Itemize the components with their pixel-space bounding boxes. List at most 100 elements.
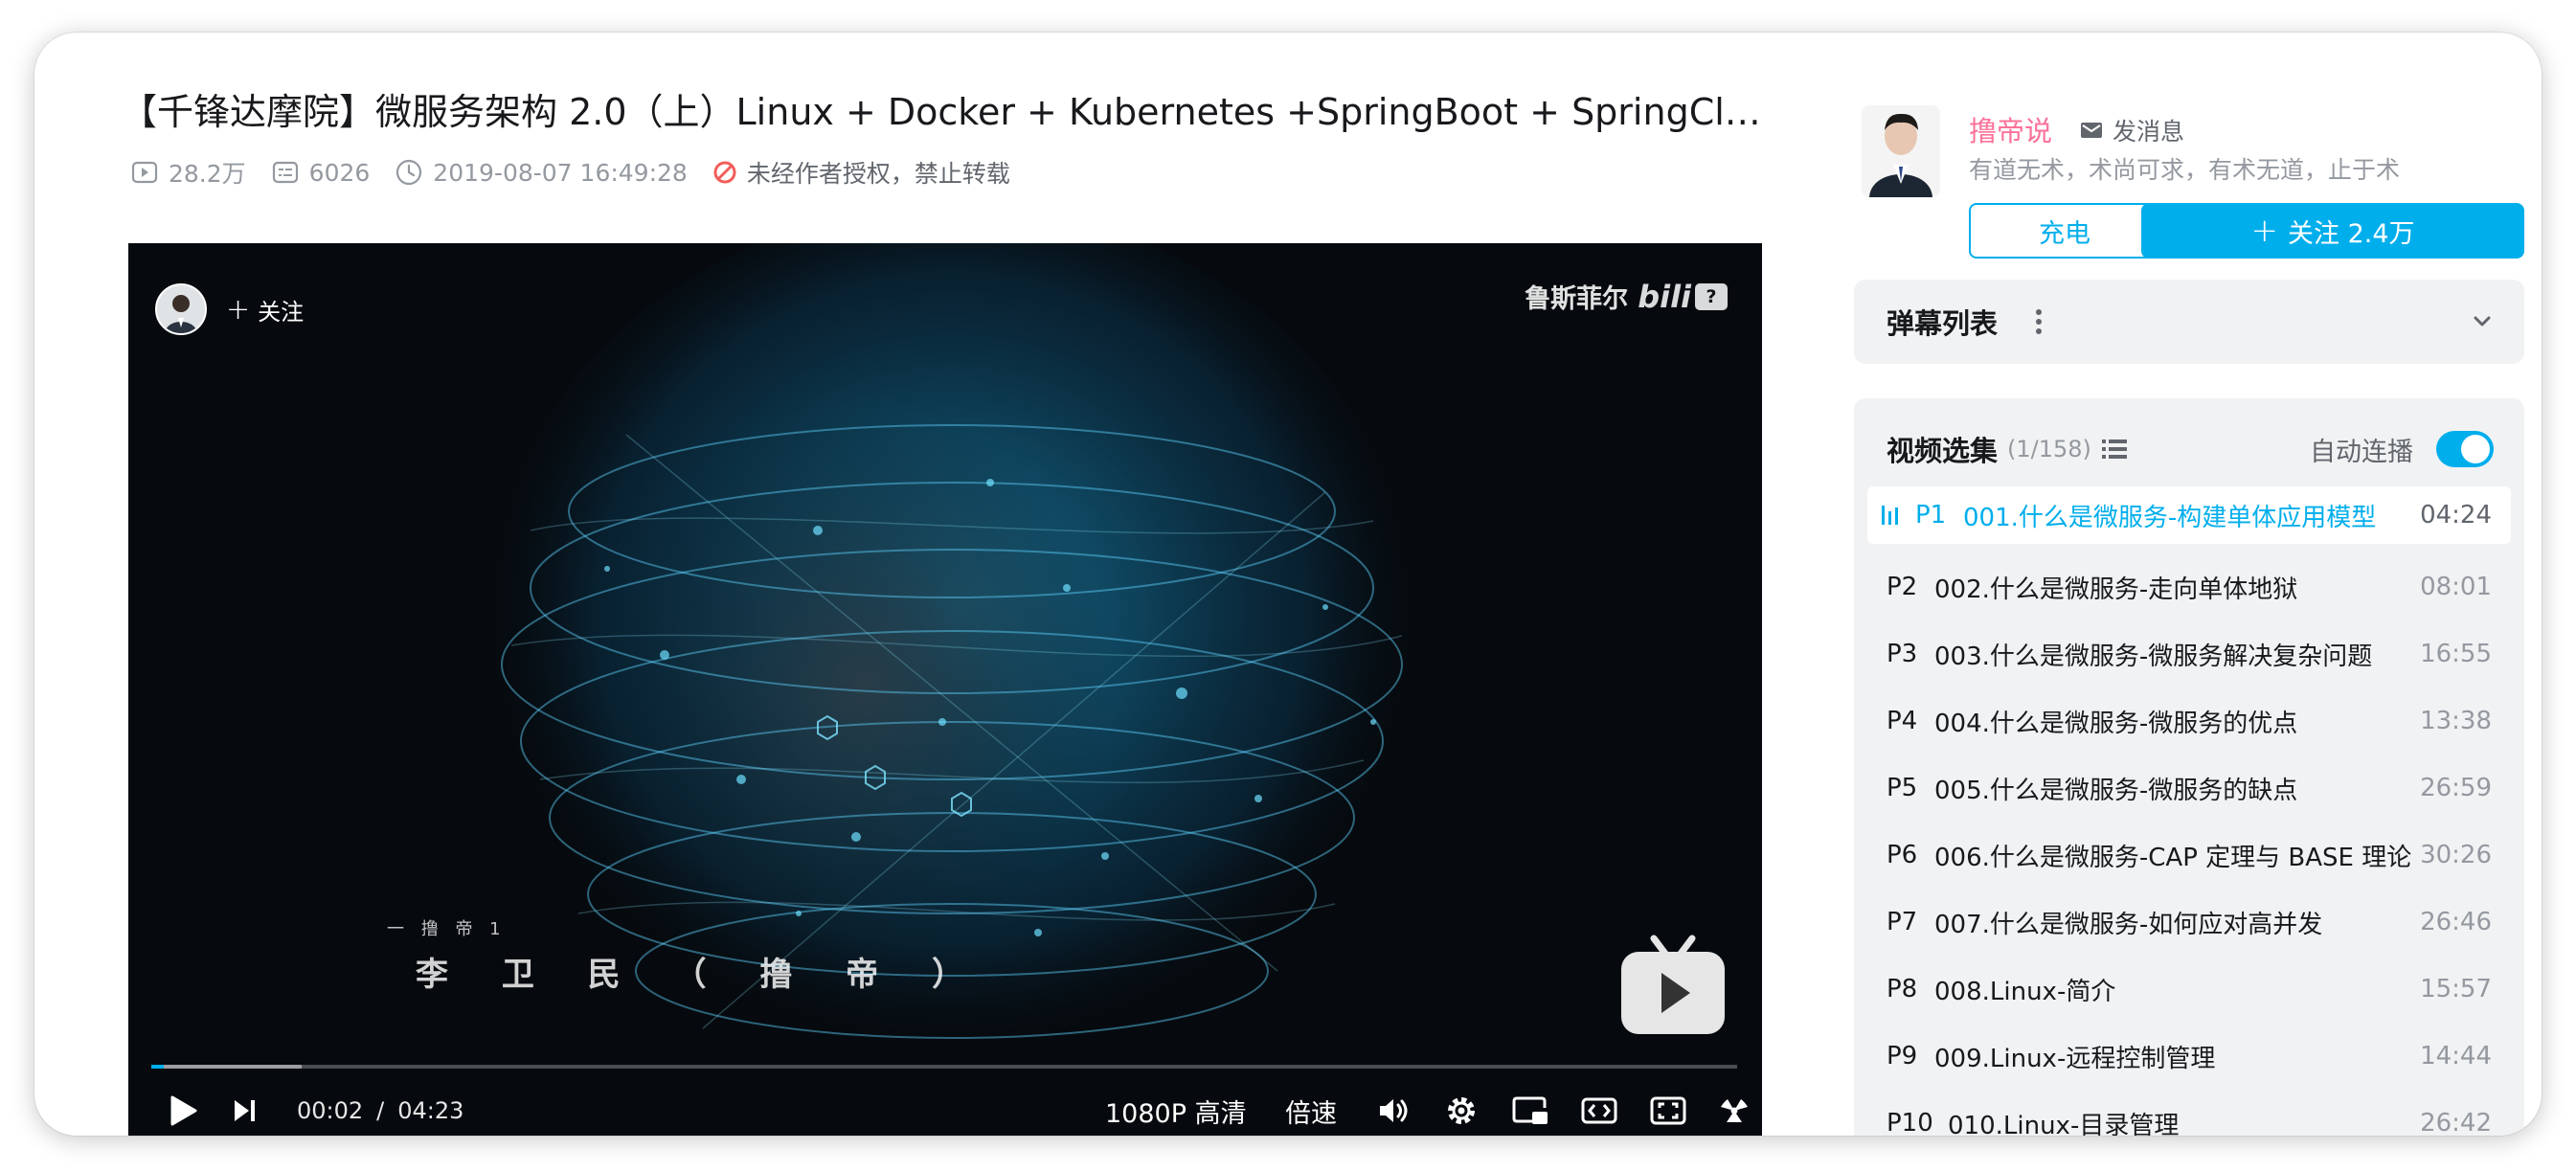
danmaku-badge-icon: ? [1695, 282, 1728, 310]
copyright-text: 未经作者授权，禁止转载 [746, 160, 1010, 188]
video-player[interactable]: + 关注 鲁斯菲尔 bili ? 一 撸 帝 1 李 卫 民 （ 撸 帝 ） 0… [128, 243, 1762, 1136]
episode-item[interactable]: P6 006.什么是微服务-CAP 定理与 BASE 理论 30:26 [1867, 822, 2511, 889]
now-playing-icon [1882, 506, 1898, 525]
episode-duration: 15:57 [2420, 975, 2492, 1003]
player-follow-button[interactable]: + 关注 [155, 283, 304, 335]
chevron-down-icon[interactable] [2469, 308, 2496, 335]
episode-item[interactable]: P5 005.什么是微服务-微服务的缺点 26:59 [1867, 755, 2511, 822]
plus-icon: + [2250, 212, 2278, 250]
clock-icon [396, 159, 422, 186]
play-count-icon [131, 161, 158, 184]
big-play-icon[interactable] [1617, 935, 1729, 1038]
episode-item[interactable]: P2 002.什么是微服务-走向单体地狱 08:01 [1867, 553, 2511, 620]
speed-selector[interactable]: 倍速 [1285, 1086, 1337, 1136]
episode-name: 001.什么是微服务-构建单体应用模型 [1963, 503, 2377, 532]
picture-in-picture-icon [1512, 1096, 1548, 1124]
episode-name: 010.Linux-目录管理 [1948, 1111, 2180, 1137]
episode-item[interactable]: P4 004.什么是微服务-微服务的优点 13:38 [1867, 687, 2511, 755]
web-fullscreen-icon [1650, 1096, 1686, 1125]
gear-icon [1448, 1097, 1475, 1124]
danmaku-stat: 6026 [271, 158, 371, 187]
plus-icon: + [226, 292, 251, 327]
views-count: 28.2万 [169, 160, 246, 188]
widescreen-button[interactable] [1580, 1086, 1618, 1136]
episode-duration: 13:38 [2420, 707, 2492, 735]
send-message-link[interactable]: 发消息 [2080, 113, 2184, 147]
video-title: 【千锋达摩院】微服务架构 2.0（上）Linux + Docker + Kube… [121, 91, 1761, 133]
follow-button[interactable]: + 关注 2.4万 [2141, 203, 2524, 259]
episode-item[interactable]: P7 007.什么是微服务-如何应对高并发 26:46 [1867, 889, 2511, 956]
episode-list-panel: 视频选集 (1/158) 自动连播 P1 001.什么是微服务-构建单体应用模型 0… [1854, 398, 2524, 1136]
episode-name: 005.什么是微服务-微服务的缺点 [1934, 776, 2298, 805]
episode-item[interactable]: P8 008.Linux-简介 15:57 [1867, 956, 2511, 1023]
subtitle-line-small: 一 撸 帝 1 [387, 919, 507, 939]
episode-name: 006.什么是微服务-CAP 定理与 BASE 理论 [1934, 843, 2412, 872]
total-duration: 04:23 [397, 1097, 464, 1124]
episode-number: P7 [1887, 908, 1918, 936]
fullscreen-button[interactable] [1716, 1086, 1752, 1136]
next-button[interactable] [230, 1086, 259, 1136]
episode-duration: 04:24 [2420, 501, 2492, 530]
subtitle-line: 李 卫 民 （ 撸 帝 ） [416, 956, 986, 994]
danmaku-list-panel[interactable]: 弹幕列表 [1854, 280, 2524, 364]
charge-button[interactable]: 充电 [1969, 203, 2160, 259]
uploader-name[interactable]: 撸帝说 [1969, 109, 2052, 149]
uploader-avatar[interactable] [1862, 105, 1940, 197]
more-options-icon[interactable] [2032, 306, 2045, 337]
episode-number: P6 [1887, 841, 1918, 869]
progress-fill [151, 1065, 165, 1069]
forbidden-icon [713, 161, 736, 184]
mail-icon [2081, 123, 2102, 138]
episode-name: 007.什么是微服务-如何应对高并发 [1934, 910, 2323, 939]
episode-item[interactable]: P9 009.Linux-远程控制管理 14:44 [1867, 1023, 2511, 1090]
time-separator: / [376, 1097, 385, 1124]
web-fullscreen-button[interactable] [1649, 1086, 1687, 1136]
volume-icon [1380, 1099, 1408, 1122]
episode-number: P8 [1887, 975, 1918, 1003]
next-icon [235, 1100, 255, 1121]
widescreen-icon [1581, 1097, 1617, 1124]
watermark-text: 鲁斯菲尔 [1525, 284, 1629, 314]
episode-number: P1 [1915, 501, 1947, 530]
list-view-icon[interactable] [2101, 437, 2128, 462]
pip-button[interactable] [1511, 1086, 1549, 1136]
episode-count: (1/158) [2007, 436, 2091, 462]
danmaku-count-icon [272, 161, 298, 184]
current-time: 00:02 [297, 1097, 364, 1124]
episode-duration: 30:26 [2420, 841, 2492, 869]
fullscreen-icon [1721, 1099, 1748, 1122]
views-stat: 28.2万 [130, 155, 246, 190]
copyright-notice: 未经作者授权，禁止转载 [712, 155, 1010, 190]
episode-duration: 08:01 [2420, 573, 2492, 601]
episode-number: P4 [1887, 707, 1918, 735]
progress-bar[interactable] [151, 1065, 1737, 1069]
buffer-fill [151, 1065, 303, 1069]
autoplay-toggle[interactable] [2436, 431, 2494, 467]
video-frame-image [128, 243, 1762, 1136]
danmaku-list-title: 弹幕列表 [1887, 307, 1999, 340]
episode-name: 003.什么是微服务-微服务解决复杂问题 [1934, 642, 2373, 671]
episode-list-header: 视频选集 (1/158) 自动连播 [1887, 423, 2499, 475]
episode-item[interactable]: P1 001.什么是微服务-构建单体应用模型 04:24 [1867, 486, 2511, 544]
player-uploader-avatar [155, 283, 207, 335]
follow-button-label: 关注 2.4万 [2287, 218, 2415, 249]
episode-number: P10 [1887, 1109, 1933, 1136]
settings-button[interactable] [1444, 1086, 1479, 1136]
episode-name: 009.Linux-远程控制管理 [1934, 1044, 2216, 1073]
quality-selector[interactable]: 1080P 高清 [1105, 1086, 1247, 1136]
play-button[interactable] [167, 1086, 199, 1136]
episode-item[interactable]: P3 003.什么是微服务-微服务解决复杂问题 16:55 [1867, 620, 2511, 687]
episode-item[interactable]: P10 010.Linux-目录管理 26:42 [1867, 1090, 2511, 1136]
episode-number: P3 [1887, 640, 1918, 668]
watermark: 鲁斯菲尔 bili ? [1525, 278, 1728, 315]
volume-button[interactable] [1376, 1086, 1411, 1136]
time-display: 00:02 / 04:23 [297, 1086, 463, 1136]
episode-name: 004.什么是微服务-微服务的优点 [1934, 709, 2298, 738]
episode-duration: 16:55 [2420, 640, 2492, 668]
danmaku-count: 6026 [308, 158, 371, 187]
bilibili-logo: bili [1638, 278, 1691, 315]
episode-list: P1 001.什么是微服务-构建单体应用模型 04:24 P2 002.什么是微服务-走… [1867, 486, 2511, 1136]
episode-duration: 26:46 [2420, 908, 2492, 936]
publish-time: 2019-08-07 16:49:28 [433, 158, 688, 187]
episode-name: 008.Linux-简介 [1934, 977, 2116, 1006]
